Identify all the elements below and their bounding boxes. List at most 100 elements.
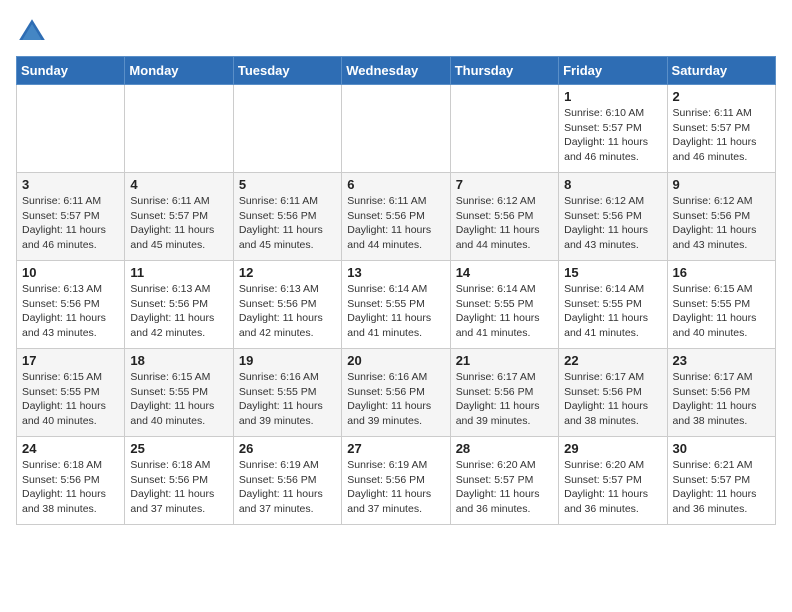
day-cell: 10Sunrise: 6:13 AM Sunset: 5:56 PM Dayli… xyxy=(17,261,125,349)
day-info: Sunrise: 6:18 AM Sunset: 5:56 PM Dayligh… xyxy=(130,458,227,517)
logo xyxy=(16,16,52,48)
day-number: 11 xyxy=(130,265,227,280)
day-info: Sunrise: 6:13 AM Sunset: 5:56 PM Dayligh… xyxy=(22,282,119,341)
day-cell: 19Sunrise: 6:16 AM Sunset: 5:55 PM Dayli… xyxy=(233,349,341,437)
day-info: Sunrise: 6:17 AM Sunset: 5:56 PM Dayligh… xyxy=(564,370,661,429)
day-info: Sunrise: 6:15 AM Sunset: 5:55 PM Dayligh… xyxy=(22,370,119,429)
day-cell: 27 Sunrise: 6:19 AM Sunset: 5:56 PM Dayli… xyxy=(342,437,450,525)
day-cell: 16 Sunrise: 6:15 AM Sunset: 5:55 PM Dayli… xyxy=(667,261,775,349)
day-number: 22 xyxy=(564,353,661,368)
week-row-2: 3 Sunrise: 6:11 AM Sunset: 5:57 PM Daylig… xyxy=(17,173,776,261)
week-row-3: 10Sunrise: 6:13 AM Sunset: 5:56 PM Dayli… xyxy=(17,261,776,349)
weekday-header-thursday: Thursday xyxy=(450,57,558,85)
day-number: 23 xyxy=(673,353,770,368)
day-cell: 20 Sunrise: 6:16 AM Sunset: 5:56 PM Dayli… xyxy=(342,349,450,437)
day-cell: 11 Sunrise: 6:13 AM Sunset: 5:56 PM Dayli… xyxy=(125,261,233,349)
day-number: 27 xyxy=(347,441,444,456)
day-info: Sunrise: 6:20 AM Sunset: 5:57 PM Dayligh… xyxy=(456,458,553,517)
day-cell: 21 Sunrise: 6:17 AM Sunset: 5:56 PM Dayli… xyxy=(450,349,558,437)
day-number: 17 xyxy=(22,353,119,368)
week-row-1: 1 Sunrise: 6:10 AM Sunset: 5:57 PM Daylig… xyxy=(17,85,776,173)
day-number: 7 xyxy=(456,177,553,192)
day-number: 26 xyxy=(239,441,336,456)
day-number: 16 xyxy=(673,265,770,280)
day-info: Sunrise: 6:11 AM Sunset: 5:57 PM Dayligh… xyxy=(22,194,119,253)
day-number: 14 xyxy=(456,265,553,280)
day-number: 18 xyxy=(130,353,227,368)
day-cell: 3 Sunrise: 6:11 AM Sunset: 5:57 PM Daylig… xyxy=(17,173,125,261)
day-cell: 4 Sunrise: 6:11 AM Sunset: 5:57 PM Daylig… xyxy=(125,173,233,261)
day-number: 25 xyxy=(130,441,227,456)
day-cell xyxy=(342,85,450,173)
day-info: Sunrise: 6:10 AM Sunset: 5:57 PM Dayligh… xyxy=(564,106,661,165)
day-cell: 8 Sunrise: 6:12 AM Sunset: 5:56 PM Daylig… xyxy=(559,173,667,261)
day-info: Sunrise: 6:19 AM Sunset: 5:56 PM Dayligh… xyxy=(347,458,444,517)
day-cell: 28 Sunrise: 6:20 AM Sunset: 5:57 PM Dayli… xyxy=(450,437,558,525)
day-info: Sunrise: 6:19 AM Sunset: 5:56 PM Dayligh… xyxy=(239,458,336,517)
day-cell: 22 Sunrise: 6:17 AM Sunset: 5:56 PM Dayli… xyxy=(559,349,667,437)
day-info: Sunrise: 6:12 AM Sunset: 5:56 PM Dayligh… xyxy=(564,194,661,253)
logo-icon xyxy=(16,16,48,48)
day-cell xyxy=(125,85,233,173)
week-row-5: 24 Sunrise: 6:18 AM Sunset: 5:56 PM Dayli… xyxy=(17,437,776,525)
day-info: Sunrise: 6:11 AM Sunset: 5:57 PM Dayligh… xyxy=(673,106,770,165)
page-header xyxy=(16,16,776,48)
day-info: Sunrise: 6:11 AM Sunset: 5:56 PM Dayligh… xyxy=(239,194,336,253)
day-cell: 7 Sunrise: 6:12 AM Sunset: 5:56 PM Daylig… xyxy=(450,173,558,261)
weekday-header-sunday: Sunday xyxy=(17,57,125,85)
weekday-header-saturday: Saturday xyxy=(667,57,775,85)
day-cell: 9 Sunrise: 6:12 AM Sunset: 5:56 PM Daylig… xyxy=(667,173,775,261)
day-info: Sunrise: 6:16 AM Sunset: 5:56 PM Dayligh… xyxy=(347,370,444,429)
day-number: 20 xyxy=(347,353,444,368)
day-cell xyxy=(450,85,558,173)
day-cell: 13Sunrise: 6:14 AM Sunset: 5:55 PM Dayli… xyxy=(342,261,450,349)
day-number: 3 xyxy=(22,177,119,192)
day-number: 9 xyxy=(673,177,770,192)
day-cell: 6 Sunrise: 6:11 AM Sunset: 5:56 PM Daylig… xyxy=(342,173,450,261)
day-cell: 2 Sunrise: 6:11 AM Sunset: 5:57 PM Daylig… xyxy=(667,85,775,173)
day-number: 29 xyxy=(564,441,661,456)
day-number: 2 xyxy=(673,89,770,104)
weekday-header-monday: Monday xyxy=(125,57,233,85)
day-number: 8 xyxy=(564,177,661,192)
day-cell: 14 Sunrise: 6:14 AM Sunset: 5:55 PM Dayli… xyxy=(450,261,558,349)
calendar-header-row: SundayMondayTuesdayWednesdayThursdayFrid… xyxy=(17,57,776,85)
weekday-header-wednesday: Wednesday xyxy=(342,57,450,85)
day-cell: 1 Sunrise: 6:10 AM Sunset: 5:57 PM Daylig… xyxy=(559,85,667,173)
day-number: 6 xyxy=(347,177,444,192)
calendar-table: SundayMondayTuesdayWednesdayThursdayFrid… xyxy=(16,56,776,525)
day-info: Sunrise: 6:15 AM Sunset: 5:55 PM Dayligh… xyxy=(130,370,227,429)
day-cell xyxy=(17,85,125,173)
day-number: 28 xyxy=(456,441,553,456)
day-info: Sunrise: 6:21 AM Sunset: 5:57 PM Dayligh… xyxy=(673,458,770,517)
day-info: Sunrise: 6:12 AM Sunset: 5:56 PM Dayligh… xyxy=(673,194,770,253)
day-cell: 25 Sunrise: 6:18 AM Sunset: 5:56 PM Dayli… xyxy=(125,437,233,525)
day-cell: 26 Sunrise: 6:19 AM Sunset: 5:56 PM Dayli… xyxy=(233,437,341,525)
day-info: Sunrise: 6:13 AM Sunset: 5:56 PM Dayligh… xyxy=(130,282,227,341)
day-number: 19 xyxy=(239,353,336,368)
day-cell: 18 Sunrise: 6:15 AM Sunset: 5:55 PM Dayli… xyxy=(125,349,233,437)
day-cell: 29 Sunrise: 6:20 AM Sunset: 5:57 PM Dayli… xyxy=(559,437,667,525)
day-number: 24 xyxy=(22,441,119,456)
day-info: Sunrise: 6:15 AM Sunset: 5:55 PM Dayligh… xyxy=(673,282,770,341)
day-info: Sunrise: 6:11 AM Sunset: 5:57 PM Dayligh… xyxy=(130,194,227,253)
day-number: 4 xyxy=(130,177,227,192)
day-number: 21 xyxy=(456,353,553,368)
day-cell: 17 Sunrise: 6:15 AM Sunset: 5:55 PM Dayli… xyxy=(17,349,125,437)
day-info: Sunrise: 6:11 AM Sunset: 5:56 PM Dayligh… xyxy=(347,194,444,253)
day-cell xyxy=(233,85,341,173)
day-cell: 23Sunrise: 6:17 AM Sunset: 5:56 PM Dayli… xyxy=(667,349,775,437)
weekday-header-tuesday: Tuesday xyxy=(233,57,341,85)
day-info: Sunrise: 6:14 AM Sunset: 5:55 PM Dayligh… xyxy=(456,282,553,341)
day-number: 1 xyxy=(564,89,661,104)
week-row-4: 17 Sunrise: 6:15 AM Sunset: 5:55 PM Dayli… xyxy=(17,349,776,437)
day-info: Sunrise: 6:20 AM Sunset: 5:57 PM Dayligh… xyxy=(564,458,661,517)
day-cell: 15Sunrise: 6:14 AM Sunset: 5:55 PM Dayli… xyxy=(559,261,667,349)
day-number: 5 xyxy=(239,177,336,192)
day-info: Sunrise: 6:13 AM Sunset: 5:56 PM Dayligh… xyxy=(239,282,336,341)
day-info: Sunrise: 6:17 AM Sunset: 5:56 PM Dayligh… xyxy=(456,370,553,429)
day-number: 12 xyxy=(239,265,336,280)
day-info: Sunrise: 6:12 AM Sunset: 5:56 PM Dayligh… xyxy=(456,194,553,253)
day-cell: 30Sunrise: 6:21 AM Sunset: 5:57 PM Dayli… xyxy=(667,437,775,525)
day-cell: 12 Sunrise: 6:13 AM Sunset: 5:56 PM Dayli… xyxy=(233,261,341,349)
